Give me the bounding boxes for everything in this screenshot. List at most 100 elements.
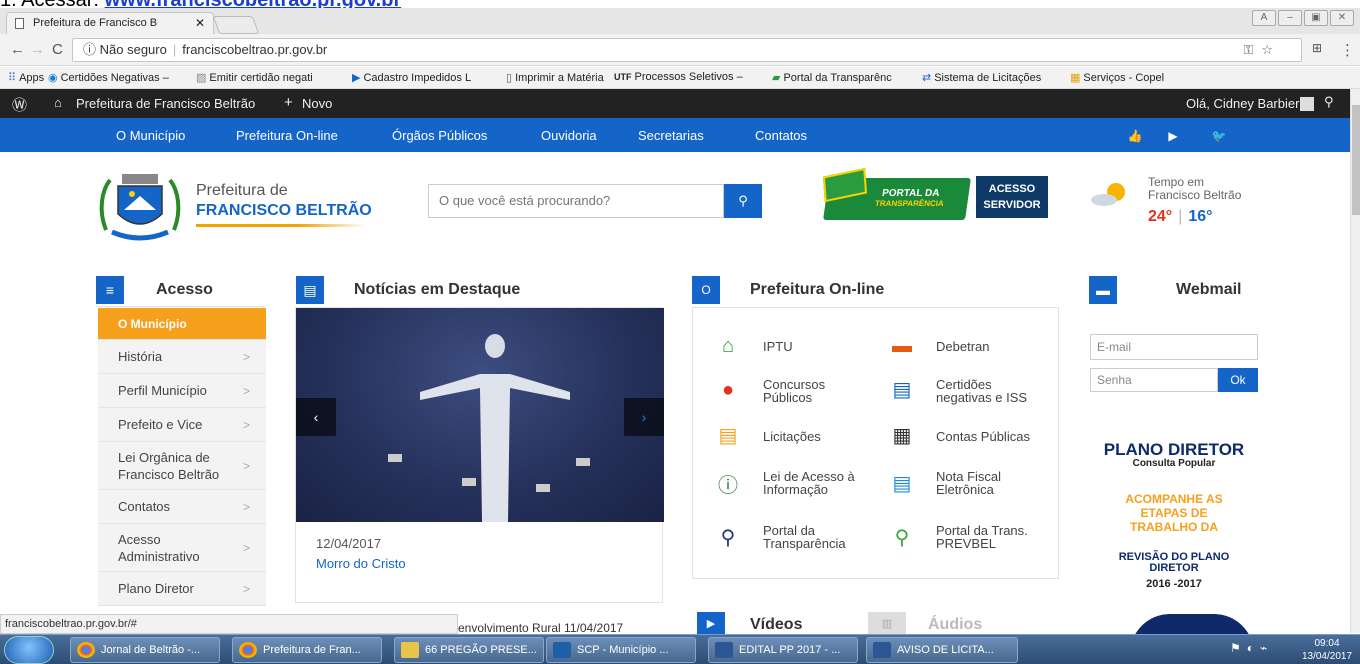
menu-item-o-municipio[interactable]: O Município — [98, 308, 266, 340]
new-link[interactable]: Novo — [302, 96, 332, 111]
user-icon[interactable]: A — [1252, 10, 1276, 26]
service-contas-publicas[interactable]: Contas Públicas — [936, 430, 1030, 443]
avatar[interactable] — [1300, 97, 1314, 111]
chrome-icon — [77, 642, 95, 658]
plus-icon[interactable]: + — [284, 94, 293, 111]
back-icon[interactable]: ← — [10, 41, 25, 58]
forward-icon[interactable]: → — [30, 41, 45, 58]
list-icon: ▤ — [718, 425, 738, 447]
maximize-icon[interactable]: ▣ — [1304, 10, 1328, 26]
browser-tab[interactable]: Prefeitura de Francisco B ✕ — [6, 12, 214, 34]
plano-title[interactable]: PLANO DIRETOR — [1100, 440, 1248, 460]
bookmark-item[interactable]: ◉ Certidões Negativas – — [48, 71, 169, 84]
service-certidoes[interactable]: Certidões negativas e ISS — [936, 378, 1027, 404]
calculator-icon: ▦ — [892, 425, 912, 447]
bookmark-item[interactable]: UTF Processos Seletivos – — [614, 71, 743, 83]
nav-prefeitura-online[interactable]: Prefeitura On-line — [236, 128, 338, 143]
temp-max: 24° — [1148, 208, 1173, 225]
bookmark-item[interactable]: ▦ Serviços - Copel — [1070, 71, 1164, 84]
twitter-icon[interactable]: 🐦 — [1206, 125, 1232, 147]
login-button[interactable]: Ok — [1218, 368, 1258, 392]
news-ticker-text[interactable]: envolvimento Rural 11/04/2017 — [458, 621, 623, 635]
carousel-prev-button[interactable]: ‹ — [296, 398, 336, 436]
bookmark-item[interactable]: ▶ Cadastro Impedidos L — [352, 71, 471, 84]
portal-transparencia-button[interactable]: PORTAL DA TRANSPARÊNCIA — [822, 167, 971, 220]
bookmark-item[interactable]: ▰ Portal da Transparênc — [772, 71, 892, 84]
heading-link[interactable]: www.franciscobeltrao.pr.gov.br — [105, 0, 402, 8]
news-image[interactable]: ‹ › — [296, 308, 664, 522]
tab-close-icon[interactable]: ✕ — [195, 13, 205, 33]
bookmark-item[interactable]: ▨ Emitir certidão negati — [196, 71, 313, 84]
start-button[interactable] — [4, 636, 54, 664]
site-name-link[interactable]: Prefeitura de Francisco Beltrão — [76, 96, 255, 111]
carousel-next-button[interactable]: › — [624, 398, 664, 436]
menu-item-perfil-municipio[interactable]: Perfil Município > — [98, 374, 266, 408]
coat-of-arms-logo[interactable] — [96, 170, 184, 246]
nav-secretarias[interactable]: Secretarias — [638, 128, 704, 143]
system-clock[interactable]: 09:04 13/04/2017 — [1298, 637, 1356, 663]
bookmark-apps[interactable]: ⠿ Apps — [8, 71, 44, 84]
plano-subtitle: Consulta Popular — [1132, 458, 1216, 469]
like-icon[interactable]: 👍 — [1122, 125, 1148, 147]
menu-icon[interactable]: ⋮ — [1340, 41, 1355, 59]
scrollbar-thumb[interactable] — [1352, 105, 1360, 215]
chevron-right-icon: > — [242, 418, 250, 432]
taskbar-item[interactable]: SCP - Município ... — [546, 637, 696, 663]
taskbar-item[interactable]: 66 PREGÃO PRESE... — [394, 637, 544, 663]
brand-line2[interactable]: FRANCISCO BELTRÃO — [196, 202, 372, 220]
bookmark-item[interactable]: ▯ Imprimir a Matéria — [506, 71, 604, 84]
reload-icon[interactable]: C — [52, 41, 63, 58]
wordpress-icon[interactable]: Ⓦ — [12, 94, 27, 115]
service-nota-fiscal[interactable]: Nota Fiscal Eletrônica — [936, 470, 1001, 496]
bookmark-item[interactable]: ⇄ Sistema de Licitações — [922, 71, 1041, 84]
key-icon[interactable]: ⚿ — [1243, 42, 1261, 57]
minimize-icon[interactable]: – — [1278, 10, 1302, 26]
vertical-scrollbar[interactable] — [1350, 89, 1360, 633]
nav-o-municipio[interactable]: O Município — [116, 128, 185, 143]
window-controls: A – ▣ ✕ — [1252, 10, 1354, 26]
system-tray-icons[interactable]: ⚑◐⌁ — [1230, 641, 1273, 655]
email-field[interactable]: E-mail — [1090, 334, 1258, 360]
nav-contatos[interactable]: Contatos — [755, 128, 807, 143]
menu-item-historia[interactable]: História > — [98, 340, 266, 374]
taskbar-item[interactable]: AVISO DE LICITA... — [866, 637, 1018, 663]
url-field[interactable]: ⓘ Não seguro | franciscobeltrao.pr.gov.br … — [72, 38, 1302, 62]
service-licitacoes[interactable]: Licitações — [763, 430, 821, 443]
service-concursos[interactable]: Concursos Públicos — [763, 378, 825, 404]
password-field[interactable]: Senha — [1090, 368, 1218, 392]
close-window-icon[interactable]: ✕ — [1330, 10, 1354, 26]
menu-item-contatos[interactable]: Contatos > — [98, 490, 266, 524]
taskbar-item[interactable]: Jornal de Beltrão -... — [70, 637, 220, 663]
weather-line2: Francisco Beltrão — [1148, 188, 1242, 202]
extension-icon[interactable]: ⊞ — [1312, 41, 1322, 55]
search-input[interactable]: O que você está procurando? — [428, 184, 724, 218]
address-bar: ← → C ⓘ Não seguro | franciscobeltrao.pr.g… — [0, 34, 1360, 66]
star-icon[interactable]: ☆ — [1261, 42, 1281, 57]
home-icon[interactable]: ⌂ — [54, 95, 62, 110]
service-lei-acesso[interactable]: Lei de Acesso à Informação — [763, 470, 855, 496]
nav-ouvidoria[interactable]: Ouvidoria — [541, 128, 597, 143]
chevron-right-icon: > — [242, 350, 250, 364]
greeting-link[interactable]: Olá, Cidney Barbiero — [1186, 96, 1307, 111]
service-portal-prevbel[interactable]: Portal da Trans. PREVBEL — [936, 524, 1028, 550]
menu-item-lei-organica[interactable]: Lei Orgânica de Francisco Beltrão > — [98, 442, 266, 490]
acesso-servidor-button[interactable]: ACESSO SERVIDOR — [976, 176, 1048, 218]
menu-item-prefeito-vice[interactable]: Prefeito e Vice > — [98, 408, 266, 442]
play-icon[interactable]: ▶ — [1160, 125, 1186, 147]
service-portal-transparencia[interactable]: Portal da Transparência — [763, 524, 846, 550]
nav-orgaos-publicos[interactable]: Órgãos Públicos — [392, 128, 487, 143]
copel-icon: ▦ — [1070, 72, 1081, 84]
chevron-right-icon: > — [242, 384, 250, 398]
menu-item-acesso-administrativo[interactable]: Acesso Administrativo > — [98, 524, 266, 572]
search-icon[interactable]: ⚲ — [1324, 94, 1334, 110]
chevron-right-icon: > — [242, 500, 250, 514]
new-tab-button[interactable] — [212, 16, 260, 34]
info-icon[interactable]: ⓘ — [83, 42, 96, 57]
menu-item-plano-diretor[interactable]: Plano Diretor > — [98, 572, 266, 606]
search-button[interactable]: ⚲ — [724, 184, 762, 218]
news-caption-link[interactable]: Morro do Cristo — [316, 556, 406, 571]
taskbar-item[interactable]: EDITAL PP 2017 - ... — [708, 637, 858, 663]
service-iptu[interactable]: IPTU — [763, 340, 793, 353]
service-debetran[interactable]: Debetran — [936, 340, 989, 353]
taskbar-item[interactable]: Prefeitura de Fran... — [232, 637, 382, 663]
